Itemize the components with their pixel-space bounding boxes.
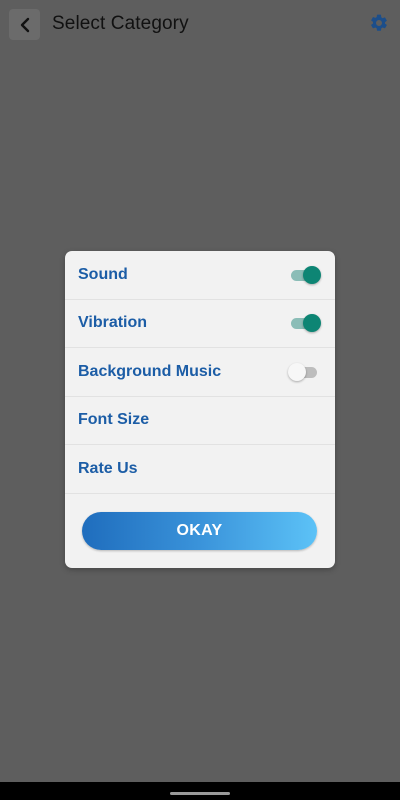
back-button[interactable] [9,9,40,40]
okay-button-wrap: OKAY [82,512,317,550]
toggle-thumb [303,265,321,284]
settings-button[interactable] [369,13,389,33]
font-size-label: Font Size [78,411,150,429]
background-music-toggle[interactable] [288,362,319,381]
gear-icon [371,14,387,31]
rate-us-row[interactable]: Rate Us [65,445,335,494]
app-bar: Select Category [0,0,400,50]
sound-label: Sound [78,265,128,283]
background-music-label: Background Music [78,362,222,380]
vibration-label: Vibration [78,314,148,332]
toggle-thumb [303,314,321,333]
sound-row[interactable]: Sound [65,251,335,300]
page-title: Select Category [52,13,189,34]
chevron-left-icon [20,17,29,32]
home-handle[interactable] [170,792,230,795]
rate-us-label: Rate Us [78,459,138,477]
settings-dialog: Sound Vibration Background Music Font Si… [65,251,335,568]
system-nav-bar [0,782,400,800]
okay-button[interactable]: OKAY [82,512,317,550]
vibration-row[interactable]: Vibration [65,300,335,348]
vibration-toggle[interactable] [289,314,321,333]
background-music-row[interactable]: Background Music [65,348,335,397]
sound-toggle[interactable] [289,265,321,284]
font-size-row[interactable]: Font Size [65,397,335,445]
toggle-thumb [288,362,306,381]
